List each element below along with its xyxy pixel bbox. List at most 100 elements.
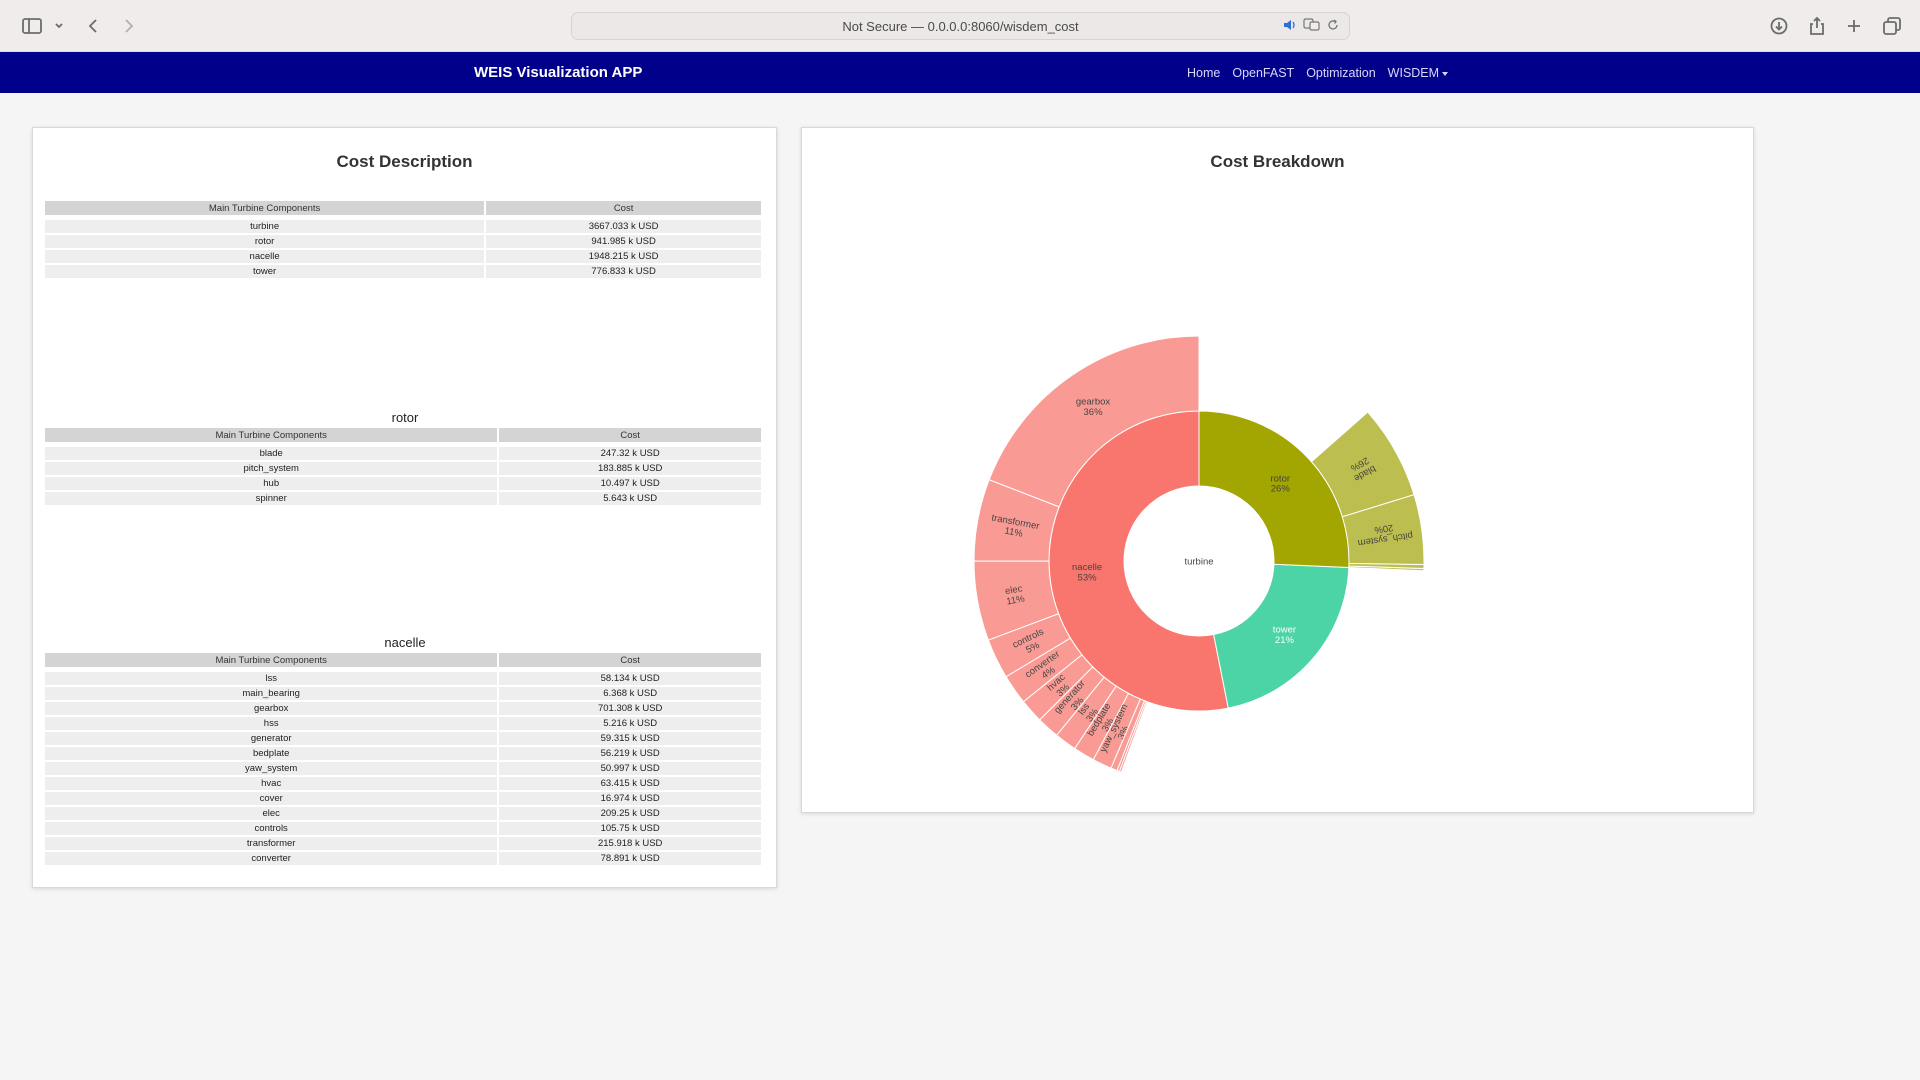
cost-cell: 5.643 k USD — [499, 492, 761, 505]
cost-cell: 701.308 k USD — [499, 702, 761, 715]
component-cell: generator — [45, 732, 498, 745]
component-cell: blade — [45, 447, 498, 460]
rotor-table-caption: rotor — [391, 410, 419, 425]
cost-cell: 105.75 k USD — [499, 822, 761, 835]
nacelle-table-caption: nacelle — [384, 635, 426, 650]
table-header-cost: Cost — [499, 653, 761, 670]
sector-label-tower: tower 21% — [1273, 624, 1296, 645]
component-cell: rotor — [45, 235, 485, 248]
forward-icon[interactable] — [118, 12, 140, 40]
table-row: elec 209.25 k USD — [45, 807, 761, 820]
app-brand[interactable]: WEIS Visualization APP — [474, 64, 642, 81]
component-cell: yaw_system — [45, 762, 498, 775]
cost-cell: 59.315 k USD — [499, 732, 761, 745]
nav-openfast[interactable]: OpenFAST — [1232, 66, 1294, 80]
cost-cell: 16.974 k USD — [499, 792, 761, 805]
cost-description-title: Cost Description — [336, 152, 473, 171]
component-cell: nacelle — [45, 250, 485, 263]
download-icon[interactable] — [1768, 12, 1790, 40]
translate-icon[interactable] — [1303, 18, 1321, 36]
table-row: hss 5.216 k USD — [45, 717, 761, 730]
table-row: hub 10.497 k USD — [45, 477, 761, 490]
table-row: tower 776.833 k USD — [45, 265, 761, 278]
table-row: spinner 5.643 k USD — [45, 492, 761, 505]
component-cell: bedplate — [45, 747, 498, 760]
nav-optimization[interactable]: Optimization — [1306, 66, 1375, 80]
cost-cell: 50.997 k USD — [499, 762, 761, 775]
cost-cell: 215.918 k USD — [499, 837, 761, 850]
table-header-component: Main Turbine Components — [45, 653, 498, 670]
nav-wisdem: WISDEM — [1387, 66, 1440, 80]
table-row: controls 105.75 k USD — [45, 822, 761, 835]
rotor-components-table: rotor Main Turbine Components Cost blade… — [45, 410, 765, 507]
nav-wisdem-dropdown[interactable]: WISDEM — [1387, 66, 1449, 80]
table-row: gearbox 701.308 k USD — [45, 702, 761, 715]
nav-home[interactable]: Home — [1187, 66, 1220, 80]
cost-cell: 58.134 k USD — [499, 672, 761, 685]
table-row: blade 247.32 k USD — [45, 447, 761, 460]
table-row: lss 58.134 k USD — [45, 672, 761, 685]
cost-cell: 63.415 k USD — [499, 777, 761, 790]
table-row: bedplate 56.219 k USD — [45, 747, 761, 760]
cost-cell: 10.497 k USD — [499, 477, 761, 490]
component-cell: pitch_system — [45, 462, 498, 475]
main-components-table: Main Turbine Components Cost turbine 3667… — [45, 199, 765, 280]
component-cell: lss — [45, 672, 498, 685]
cost-cell: 56.219 k USD — [499, 747, 761, 760]
table-header-component: Main Turbine Components — [45, 428, 498, 445]
table-row: rotor 941.985 k USD — [45, 235, 761, 248]
chevron-down-icon[interactable] — [52, 12, 66, 40]
caret-down-icon — [1442, 71, 1449, 76]
component-cell: tower — [45, 265, 485, 278]
share-icon[interactable] — [1806, 12, 1828, 40]
cost-cell: 183.885 k USD — [499, 462, 761, 475]
cost-cell: 1948.215 k USD — [486, 250, 761, 263]
cost-cell: 6.368 k USD — [499, 687, 761, 700]
table-row: hvac 63.415 k USD — [45, 777, 761, 790]
cost-cell: 941.985 k USD — [486, 235, 761, 248]
table-row: pitch_system 183.885 k USD — [45, 462, 761, 475]
component-cell: hvac — [45, 777, 498, 790]
table-row: turbine 3667.033 k USD — [45, 220, 761, 233]
nacelle-components-table: nacelle Main Turbine Components Cost lss… — [45, 635, 765, 867]
table-row: cover 16.974 k USD — [45, 792, 761, 805]
sector-label-rotor: rotor 26% — [1270, 473, 1290, 494]
component-cell: turbine — [45, 220, 485, 233]
table-header-component: Main Turbine Components — [45, 201, 485, 218]
cost-breakdown-card: Cost Breakdown nacelle 53% tower 21% rotor 26… — [801, 127, 1754, 813]
address-text: Not Secure — 0.0.0.0:8060/wisdem_cost — [842, 19, 1079, 34]
table-row: nacelle 1948.215 k USD — [45, 250, 761, 263]
component-cell: cover — [45, 792, 498, 805]
app-navbar: WEIS Visualization APP Home OpenFAST Opt… — [0, 52, 1920, 93]
cost-breakdown-title: Cost Breakdown — [1210, 152, 1345, 171]
table-row: main_bearing 6.368 k USD — [45, 687, 761, 700]
cost-cell: 5.216 k USD — [499, 717, 761, 730]
speaker-icon[interactable] — [1283, 18, 1297, 36]
component-cell: elec — [45, 807, 498, 820]
cost-cell: 776.833 k USD — [486, 265, 761, 278]
component-cell: hub — [45, 477, 498, 490]
component-cell: hss — [45, 717, 498, 730]
back-icon[interactable] — [82, 12, 104, 40]
table-header-cost: Cost — [486, 201, 761, 218]
component-cell: spinner — [45, 492, 498, 505]
table-row: transformer 215.918 k USD — [45, 837, 761, 850]
new-tab-icon[interactable] — [1843, 12, 1865, 40]
address-bar[interactable]: Not Secure — 0.0.0.0:8060/wisdem_cost — [571, 12, 1350, 40]
component-cell: controls — [45, 822, 498, 835]
component-cell: main_bearing — [45, 687, 498, 700]
cost-cell: 247.32 k USD — [499, 447, 761, 460]
cost-cell: 78.891 k USD — [499, 852, 761, 865]
sunburst-chart: nacelle 53%tower 21%rotor 26%gearbox 36%tran… — [973, 335, 1425, 773]
tab-overview-icon[interactable] — [1881, 12, 1903, 40]
component-cell: converter — [45, 852, 498, 865]
browser-toolbar: Not Secure — 0.0.0.0:8060/wisdem_cost — [0, 0, 1920, 52]
component-cell: transformer — [45, 837, 498, 850]
component-cell: gearbox — [45, 702, 498, 715]
sidebar-toggle-icon[interactable] — [20, 12, 44, 40]
nav-links: Home OpenFAST Optimization WISDEM — [1187, 66, 1449, 80]
table-row: yaw_system 50.997 k USD — [45, 762, 761, 775]
table-row: converter 78.891 k USD — [45, 852, 761, 865]
reload-icon[interactable] — [1327, 18, 1339, 36]
cost-cell: 3667.033 k USD — [486, 220, 761, 233]
